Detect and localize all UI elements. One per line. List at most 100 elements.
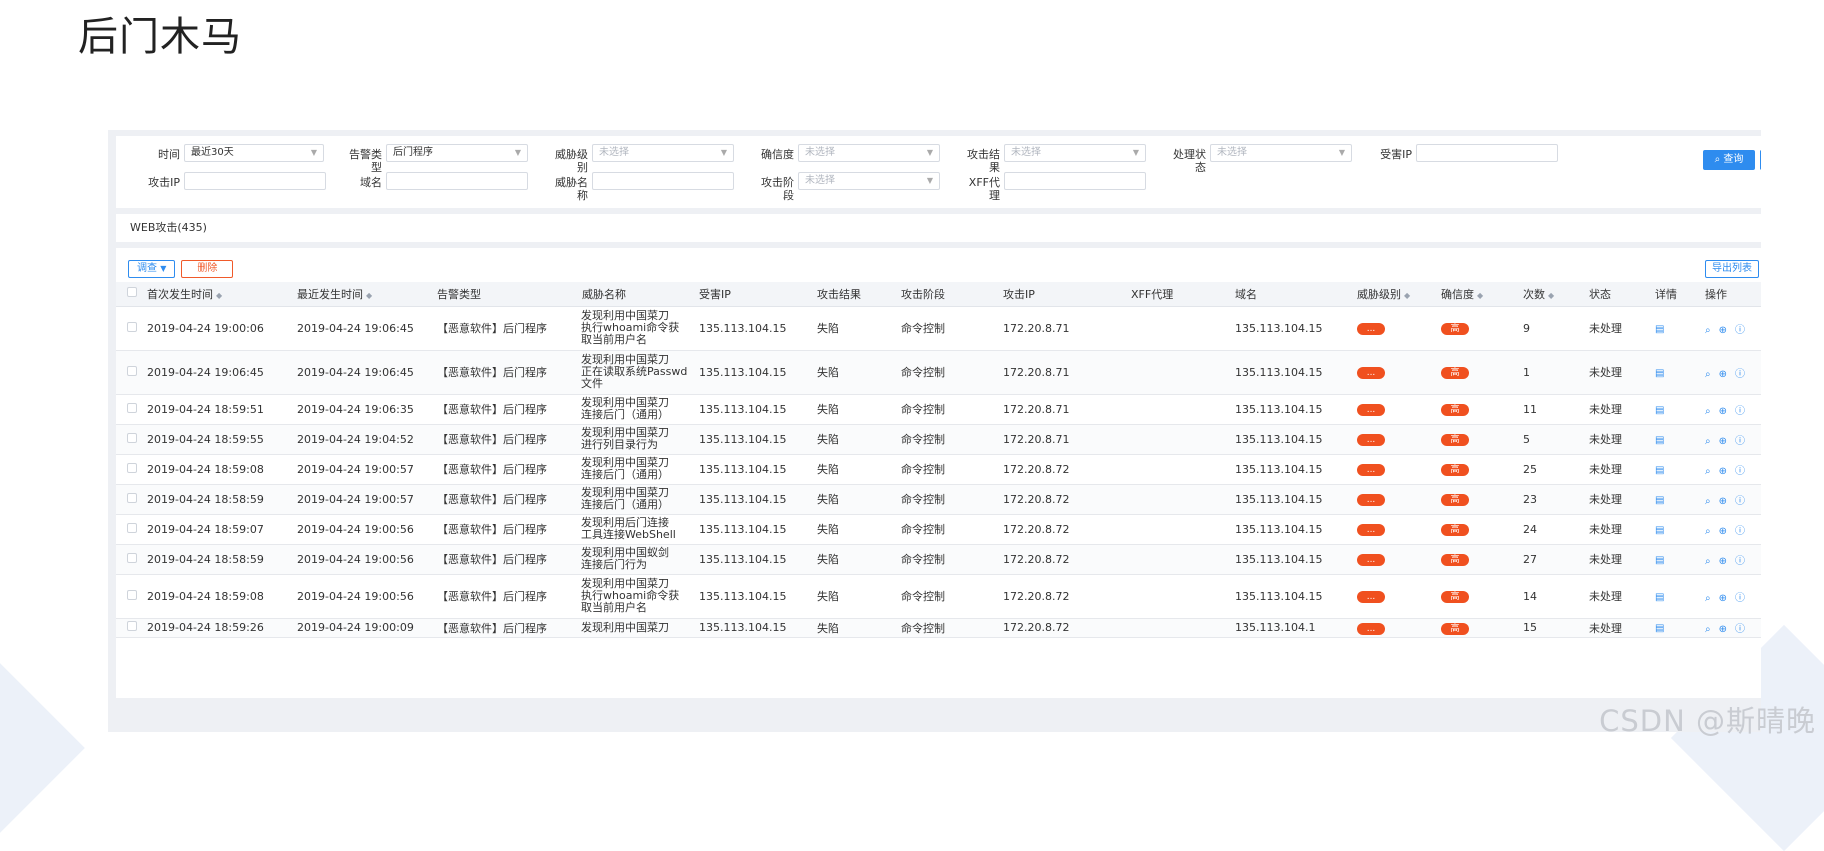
table-row[interactable]: 2019-04-24 18:59:08 2019-04-24 19:00:57 【恶… — [116, 454, 1761, 485]
target-icon[interactable]: ⊕ — [1719, 624, 1727, 635]
document-icon[interactable]: ▤ — [1655, 368, 1664, 379]
attack-result-cell: 失陷 — [816, 618, 900, 638]
attack-stage-select[interactable]: 未选择 ▼ — [798, 172, 940, 190]
tab-web-attack[interactable]: WEB攻击(435) — [116, 214, 1761, 242]
domain-input[interactable] — [386, 172, 528, 190]
query-button[interactable]: ⌕ 查询 — [1703, 150, 1755, 170]
col-threat-level[interactable]: 威胁级别 ◆ — [1356, 282, 1440, 307]
target-icon[interactable]: ⊕ — [1719, 406, 1727, 417]
search-icon[interactable]: ⌕ — [1705, 556, 1711, 567]
info-icon[interactable]: ⓘ — [1735, 406, 1745, 417]
table-row[interactable]: 2019-04-24 18:58:59 2019-04-24 19:00:56 【恶… — [116, 544, 1761, 575]
threat-name-cell: 发现利用中国菜刀 连接后门（通用） — [581, 484, 698, 515]
document-icon[interactable]: ▤ — [1655, 465, 1664, 476]
target-icon[interactable]: ⊕ — [1719, 496, 1727, 507]
attack-result-select[interactable]: 未选择 ▼ — [1004, 144, 1146, 162]
search-icon[interactable]: ⌕ — [1705, 593, 1711, 604]
row-checkbox[interactable] — [127, 321, 137, 332]
document-icon[interactable]: ▤ — [1655, 555, 1664, 566]
row-checkbox[interactable] — [127, 462, 137, 473]
detail-cell: ▤ — [1654, 544, 1704, 575]
threat-name-input[interactable] — [592, 172, 734, 190]
search-icon[interactable]: ⌕ — [1705, 369, 1711, 380]
col-first-time[interactable]: 首次发生时间 ◆ — [146, 282, 296, 307]
target-icon[interactable]: ⊕ — [1719, 436, 1727, 447]
target-icon[interactable]: ⊕ — [1719, 593, 1727, 604]
row-checkbox[interactable] — [127, 432, 137, 443]
info-icon[interactable]: ⓘ — [1735, 593, 1745, 604]
time-select[interactable]: 最近30天 ▼ — [184, 144, 324, 162]
row-checkbox[interactable] — [127, 365, 137, 376]
document-icon[interactable]: ▤ — [1655, 592, 1664, 603]
xff-input[interactable] — [1004, 172, 1146, 190]
document-icon[interactable]: ▤ — [1655, 405, 1664, 416]
document-icon[interactable]: ▤ — [1655, 324, 1664, 335]
chevron-down-icon: ▼ — [926, 176, 933, 185]
table-row[interactable]: 2019-04-24 19:00:06 2019-04-24 19:06:45 【恶… — [116, 306, 1761, 351]
row-checkbox[interactable] — [127, 589, 137, 600]
target-icon[interactable]: ⊕ — [1719, 369, 1727, 380]
row-checkbox[interactable] — [127, 492, 137, 503]
threat-name-cell: 发现利用中国菜刀 连接后门（通用） — [581, 454, 698, 485]
document-icon[interactable]: ▤ — [1655, 495, 1664, 506]
table-row[interactable]: 2019-04-24 18:59:26 2019-04-24 19:00:09 【恶… — [116, 618, 1761, 638]
document-icon[interactable]: ▤ — [1655, 435, 1664, 446]
info-icon[interactable]: ⓘ — [1735, 496, 1745, 507]
target-icon[interactable]: ⊕ — [1719, 466, 1727, 477]
document-icon[interactable]: ▤ — [1655, 525, 1664, 536]
threat-level-cell: ... — [1356, 306, 1440, 351]
search-icon[interactable]: ⌕ — [1705, 526, 1711, 537]
filter-attack-stage: 攻击阶段 未选择 ▼ — [754, 172, 940, 202]
search-icon[interactable]: ⌕ — [1705, 325, 1711, 336]
export-list-button[interactable]: 导出列表 — [1705, 260, 1759, 278]
attack-result-placeholder: 未选择 — [1011, 147, 1041, 158]
table-row[interactable]: 2019-04-24 18:59:07 2019-04-24 19:00:56 【恶… — [116, 514, 1761, 545]
row-checkbox[interactable] — [127, 522, 137, 533]
info-icon[interactable]: ⓘ — [1735, 436, 1745, 447]
attack-ip-cell: 172.20.8.71 — [1002, 350, 1130, 395]
select-all-checkbox[interactable] — [127, 287, 137, 298]
document-icon[interactable]: ▤ — [1655, 623, 1664, 634]
delete-button[interactable]: 删除 — [181, 260, 234, 278]
filter-victim-ip: 受害IP — [1372, 144, 1558, 162]
table-row[interactable]: 2019-04-24 18:58:59 2019-04-24 19:00:57 【恶… — [116, 484, 1761, 515]
attack-ip-cell: 172.20.8.72 — [1002, 544, 1130, 575]
row-checkbox[interactable] — [127, 621, 137, 631]
row-checkbox[interactable] — [127, 552, 137, 563]
target-icon[interactable]: ⊕ — [1719, 556, 1727, 567]
investigate-label: 调查 — [137, 263, 157, 274]
search-icon[interactable]: ⌕ — [1705, 496, 1711, 507]
search-icon[interactable]: ⌕ — [1705, 624, 1711, 635]
col-count[interactable]: 次数 ◆ — [1522, 282, 1588, 307]
actions-cell: ⌕ ⊕ ⓘ — [1704, 618, 1761, 638]
table-row[interactable]: 2019-04-24 18:59:55 2019-04-24 19:04:52 【恶… — [116, 424, 1761, 455]
table-row[interactable]: 2019-04-24 18:59:51 2019-04-24 19:06:35 【恶… — [116, 394, 1761, 425]
last-time-cell: 2019-04-24 19:06:45 — [296, 350, 436, 395]
investigate-dropdown-button[interactable]: 调查 ▼ — [128, 260, 176, 278]
table-row[interactable]: 2019-04-24 18:59:08 2019-04-24 19:00:56 【恶… — [116, 574, 1761, 619]
info-icon[interactable]: ⓘ — [1735, 556, 1745, 567]
attack-ip-input[interactable] — [184, 172, 326, 190]
info-icon[interactable]: ⓘ — [1735, 325, 1745, 336]
info-icon[interactable]: ⓘ — [1735, 466, 1745, 477]
search-icon[interactable]: ⌕ — [1705, 406, 1711, 417]
row-checkbox[interactable] — [127, 402, 137, 413]
handle-status-select[interactable]: 未选择 ▼ — [1210, 144, 1352, 162]
confidence-select[interactable]: 未选择 ▼ — [798, 144, 940, 162]
info-icon[interactable]: ⓘ — [1735, 369, 1745, 380]
alert-type-select[interactable]: 后门程序 ▼ — [386, 144, 528, 162]
filter-handle-status-label: 处理状态 — [1173, 148, 1206, 174]
search-icon[interactable]: ⌕ — [1705, 436, 1711, 447]
reset-button-partial[interactable] — [1760, 150, 1761, 170]
target-icon[interactable]: ⊕ — [1719, 325, 1727, 336]
col-confidence[interactable]: 确信度 ◆ — [1440, 282, 1522, 307]
info-icon[interactable]: ⓘ — [1735, 526, 1745, 537]
col-last-time[interactable]: 最近发生时间 ◆ — [296, 282, 436, 307]
search-icon[interactable]: ⌕ — [1705, 466, 1711, 477]
table-row[interactable]: 2019-04-24 19:06:45 2019-04-24 19:06:45 【恶… — [116, 350, 1761, 395]
detail-cell: ▤ — [1654, 394, 1704, 425]
target-icon[interactable]: ⊕ — [1719, 526, 1727, 537]
info-icon[interactable]: ⓘ — [1735, 624, 1745, 635]
threat-level-select[interactable]: 未选择 ▼ — [592, 144, 734, 162]
victim-ip-input[interactable] — [1416, 144, 1558, 162]
